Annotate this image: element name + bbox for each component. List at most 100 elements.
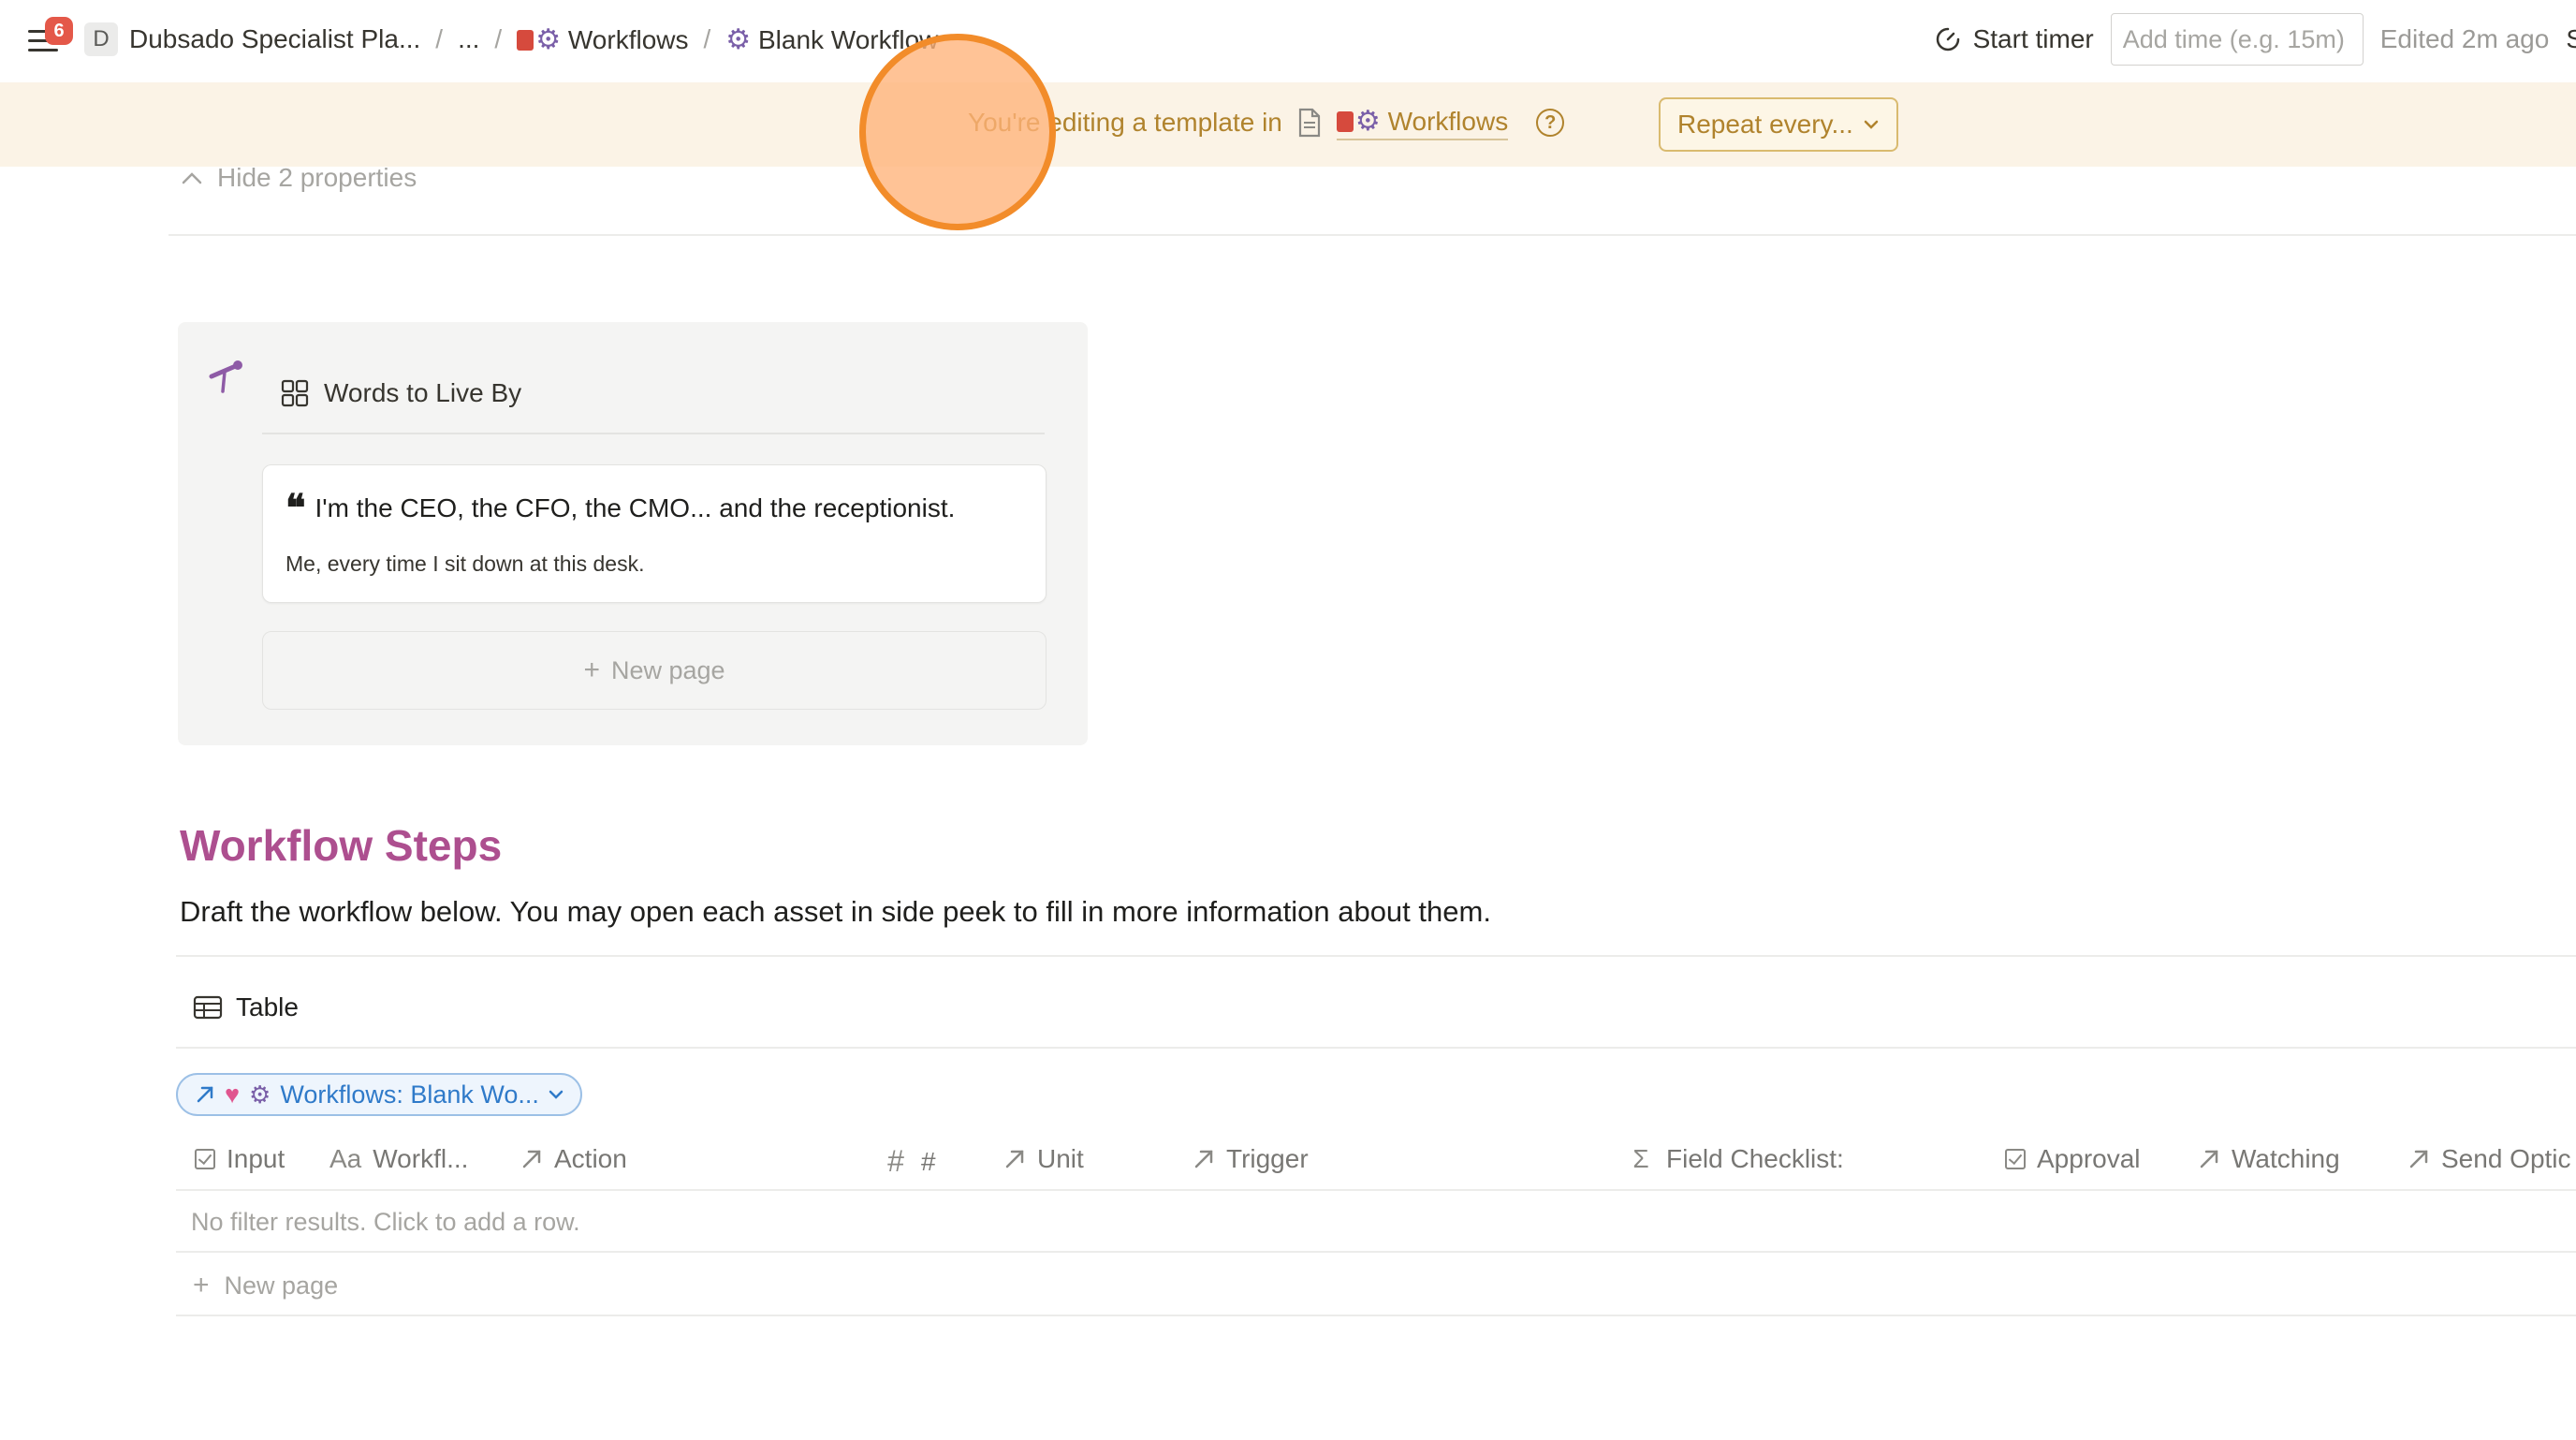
breadcrumb-item-workspace[interactable]: Dubsado Specialist Pla...: [129, 24, 420, 54]
click-indicator: [859, 34, 1056, 230]
column-label: Unit: [1037, 1144, 1084, 1173]
breadcrumb-separator: /: [435, 24, 444, 53]
properties-divider: [168, 234, 2576, 236]
text-type-icon: Aa: [329, 1144, 362, 1173]
table-bottom-divider: [176, 1315, 2576, 1316]
section-divider: [176, 955, 2576, 957]
relation-icon: [2409, 1150, 2428, 1168]
column-label: Watching: [2232, 1144, 2340, 1173]
help-circle-icon[interactable]: ?: [1536, 109, 1565, 137]
breadcrumb-label: Workflows: [567, 24, 689, 54]
breadcrumb-separator: /: [703, 24, 711, 53]
gear-icon: ⚙: [249, 1080, 271, 1109]
column-label: Approval: [2037, 1144, 2141, 1173]
checkbox-icon: [2005, 1149, 2026, 1169]
arrow-up-right-icon: [197, 1086, 213, 1103]
empty-table-message[interactable]: No filter results. Click to add a row.: [191, 1208, 580, 1237]
siren-icon: [1336, 111, 1354, 132]
start-timer-button[interactable]: Start timer: [1934, 24, 2094, 54]
gear-icon: ⚙: [725, 23, 752, 55]
number-icon: #: [887, 1144, 904, 1178]
plus-icon: +: [583, 654, 600, 685]
linked-view-title[interactable]: Words to Live By: [281, 378, 521, 408]
column-label: Workfl...: [373, 1144, 469, 1173]
column-header-field-checklist[interactable]: Σ Field Checklist:: [1627, 1144, 1844, 1174]
gear-icon: ⚙: [1354, 106, 1381, 137]
sigma-icon: Σ: [1632, 1144, 1649, 1173]
callout-divider: [262, 433, 1045, 434]
column-header-number[interactable]: # #: [882, 1144, 936, 1179]
tab-table-view[interactable]: Table: [193, 992, 299, 1022]
breadcrumb-item-ellipsis[interactable]: ...: [458, 24, 479, 54]
relation-icon: [2200, 1150, 2218, 1168]
relation-icon: [522, 1150, 541, 1168]
workspace-avatar: D: [84, 22, 118, 56]
column-header-input[interactable]: Input: [195, 1144, 285, 1174]
template-source-link[interactable]: ⚙ Workflows: [1336, 105, 1509, 140]
start-timer-label: Start timer: [1972, 24, 2094, 53]
page: 6 D Dubsado Specialist Pla... / ... / ⚙ …: [0, 0, 2576, 1440]
checkbox-icon: [195, 1149, 215, 1169]
hamburger-icon-line: [28, 49, 58, 51]
hide-properties-toggle[interactable]: Hide 2 properties: [180, 163, 417, 193]
row-divider: [176, 1251, 2576, 1253]
column-header-send-options[interactable]: Send Optic: [2408, 1144, 2571, 1174]
gallery-card-title: ❝ I'm the CEO, the CFO, the CMO... and t…: [285, 488, 956, 529]
topbar: 6 D Dubsado Specialist Pla... / ... / ⚙ …: [0, 0, 2576, 82]
timer-icon: [1936, 27, 1959, 51]
telescope-icon[interactable]: [206, 356, 247, 397]
column-header-action[interactable]: Action: [520, 1144, 627, 1174]
linked-view-label: Words to Live By: [324, 378, 522, 407]
column-header-watching[interactable]: Watching: [2198, 1144, 2340, 1174]
column-header-unit[interactable]: Unit: [1003, 1144, 1084, 1174]
filter-chip-label: Workflows: Blank Wo...: [280, 1080, 539, 1109]
gallery-card-property: Me, every time I sit down at this desk.: [285, 551, 645, 576]
heart-icon: ♥: [225, 1080, 241, 1109]
column-header-trigger[interactable]: Trigger: [1193, 1144, 1309, 1174]
topbar-actions: Start timer Edited 2m ago S: [1934, 13, 2576, 66]
column-label: Send Optic: [2441, 1144, 2571, 1173]
column-label: Trigger: [1226, 1144, 1309, 1173]
column-header-workflow[interactable]: Aa Workfl...: [329, 1144, 468, 1174]
template-banner-message: You're editing a template in ⚙ Workflows…: [968, 105, 1565, 140]
chevron-up-icon: [182, 172, 202, 184]
breadcrumb-item-workflows[interactable]: ⚙ Workflows: [517, 23, 689, 56]
breadcrumb: D Dubsado Specialist Pla... / ... / ⚙ Wo…: [84, 22, 938, 56]
column-label: Action: [554, 1144, 627, 1173]
edited-timestamp: Edited 2m ago: [2379, 24, 2550, 53]
plus-icon: +: [193, 1270, 210, 1300]
repeat-every-label: Repeat every...: [1677, 110, 1853, 139]
table-new-page-label: New page: [224, 1271, 339, 1300]
chevron-down-icon: [1864, 120, 1879, 129]
section-description: Draft the workflow below. You may open e…: [180, 895, 1491, 928]
gallery-icon: [281, 379, 309, 407]
breadcrumb-separator: /: [494, 24, 503, 53]
relation-icon: [1005, 1150, 1024, 1168]
template-source-label: Workflows: [1387, 107, 1509, 136]
column-label: #: [921, 1146, 936, 1176]
filter-chip[interactable]: ♥ ⚙ Workflows: Blank Wo...: [176, 1073, 582, 1116]
section-heading: Workflow Steps: [180, 821, 503, 870]
header-divider: [176, 1189, 2576, 1191]
table-icon: [193, 995, 223, 1020]
gallery-new-page-label: New page: [610, 655, 725, 684]
document-icon: [1298, 108, 1320, 138]
repeat-every-button[interactable]: Repeat every...: [1659, 97, 1898, 152]
gallery-new-page-button[interactable]: + New page: [262, 631, 1046, 710]
tab-table-label: Table: [236, 992, 299, 1021]
quote-icon: ❝: [285, 488, 305, 529]
share-button[interactable]: S: [2566, 24, 2576, 54]
table-new-page-button[interactable]: + New page: [193, 1270, 338, 1301]
siren-icon: [517, 29, 534, 51]
hide-properties-label: Hide 2 properties: [217, 163, 417, 192]
notification-badge: 6: [45, 17, 73, 45]
column-header-approval[interactable]: Approval: [2005, 1144, 2141, 1174]
view-divider: [176, 1047, 2576, 1049]
callout-block: Words to Live By ❝ I'm the CEO, the CFO,…: [178, 322, 1088, 745]
gear-icon: ⚙: [535, 23, 562, 55]
gallery-card[interactable]: ❝ I'm the CEO, the CFO, the CMO... and t…: [262, 464, 1046, 603]
add-time-input[interactable]: [2110, 13, 2364, 66]
column-label: Input: [227, 1144, 285, 1173]
chevron-down-icon: [549, 1090, 564, 1099]
gallery-card-title-text: I'm the CEO, the CFO, the CMO... and the…: [315, 493, 956, 522]
